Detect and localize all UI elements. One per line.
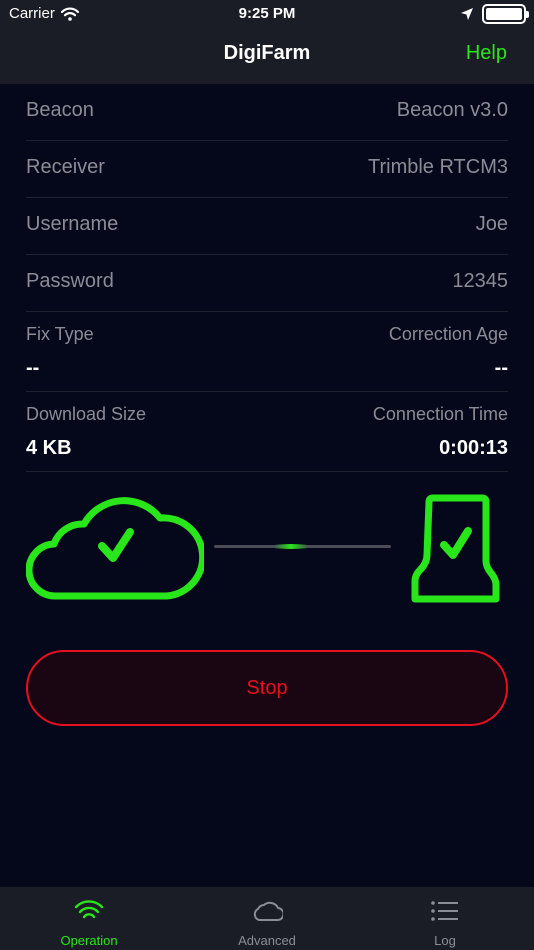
row-value: Beacon v3.0 bbox=[396, 99, 508, 121]
download-size-label: Download Size bbox=[26, 404, 147, 424]
connection-line bbox=[214, 544, 391, 549]
list-icon bbox=[431, 901, 458, 921]
correction-age-value: -- bbox=[494, 357, 508, 379]
tab-label: Log bbox=[434, 933, 456, 948]
connection-time-label: Connection Time bbox=[372, 404, 508, 424]
battery-icon bbox=[482, 4, 529, 24]
stat-row-fix: Fix Type -- Correction Age -- bbox=[26, 312, 508, 392]
row-label: Receiver bbox=[26, 156, 105, 178]
status-bar: Carrier 9:25 PM bbox=[0, 0, 534, 28]
settings-row-password[interactable]: Password 12345 bbox=[26, 255, 508, 312]
row-value: Trimble RTCM3 bbox=[367, 156, 508, 178]
tab-log[interactable]: Log bbox=[356, 887, 534, 950]
cloud-icon bbox=[253, 901, 283, 921]
status-right bbox=[460, 4, 529, 24]
connection-time-value: 0:00:13 bbox=[439, 437, 508, 459]
fix-type-label: Fix Type bbox=[26, 324, 94, 344]
stat-row-download: Download Size 4 KB Connection Time 0:00:… bbox=[26, 392, 508, 472]
settings-row-receiver[interactable]: Receiver Trimble RTCM3 bbox=[26, 141, 508, 198]
cloud-check-icon bbox=[26, 497, 204, 600]
top-bar: Carrier 9:25 PM DigiFarm Help bbox=[0, 0, 534, 84]
correction-age-label: Correction Age bbox=[388, 324, 508, 344]
battery-fill bbox=[486, 8, 522, 20]
settings-row-beacon[interactable]: Beacon Beacon v3.0 bbox=[26, 84, 508, 141]
tab-label: Advanced bbox=[238, 933, 296, 948]
tab-advanced[interactable]: Advanced bbox=[178, 887, 356, 950]
row-label: Beacon bbox=[26, 99, 94, 121]
receiver-check-icon bbox=[411, 494, 500, 603]
location-arrow-icon bbox=[461, 8, 473, 20]
row-label: Password bbox=[26, 270, 114, 292]
status-time: 9:25 PM bbox=[238, 5, 296, 22]
tab-operation[interactable]: Operation bbox=[0, 887, 178, 950]
fix-type-value: -- bbox=[26, 357, 40, 379]
stop-button[interactable]: Stop bbox=[26, 650, 508, 726]
help-button[interactable]: Help bbox=[466, 42, 507, 65]
tab-label: Operation bbox=[60, 933, 118, 948]
tab-bar: Operation Advanced Log bbox=[0, 887, 534, 950]
row-value: 12345 bbox=[452, 270, 508, 292]
settings-row-username[interactable]: Username Joe bbox=[26, 198, 508, 255]
row-label: Username bbox=[26, 213, 119, 235]
row-value: Joe bbox=[475, 213, 508, 235]
download-size-value: 4 KB bbox=[26, 437, 72, 459]
wifi-icon bbox=[74, 900, 104, 919]
connection-activity-indicator bbox=[274, 544, 308, 549]
page-title: DigiFarm bbox=[223, 42, 311, 64]
